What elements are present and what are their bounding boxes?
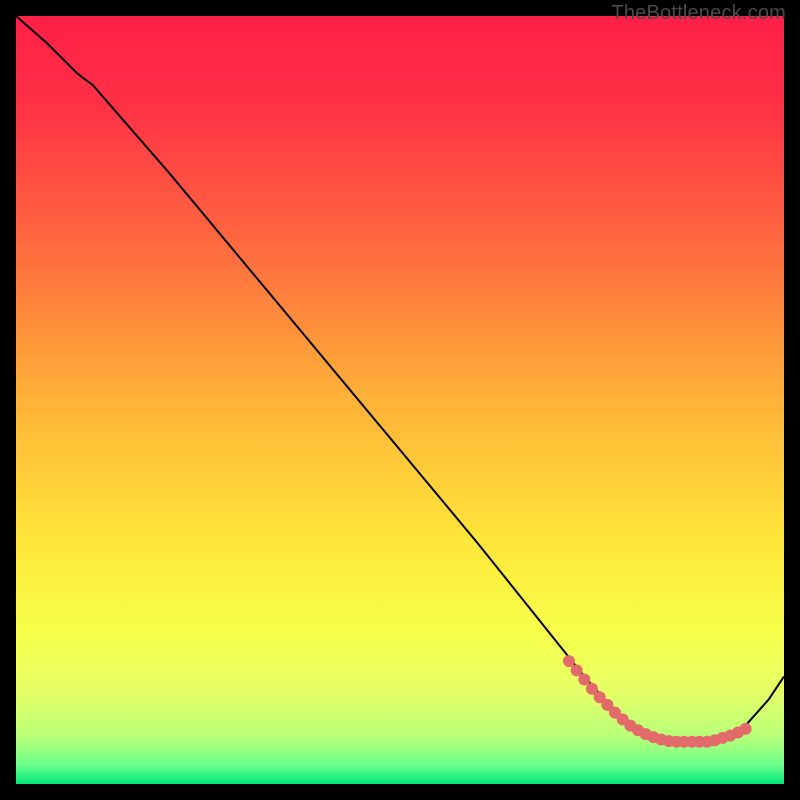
chart-svg [16, 16, 784, 784]
valley-dot [578, 674, 590, 686]
chart-stage: TheBottleneck.com [0, 0, 800, 800]
valley-dot [563, 655, 575, 667]
chart-plot-area [16, 16, 784, 784]
chart-background [16, 16, 784, 784]
valley-dot [571, 664, 583, 676]
watermark-text: TheBottleneck.com [611, 2, 786, 25]
valley-dot [740, 723, 752, 735]
